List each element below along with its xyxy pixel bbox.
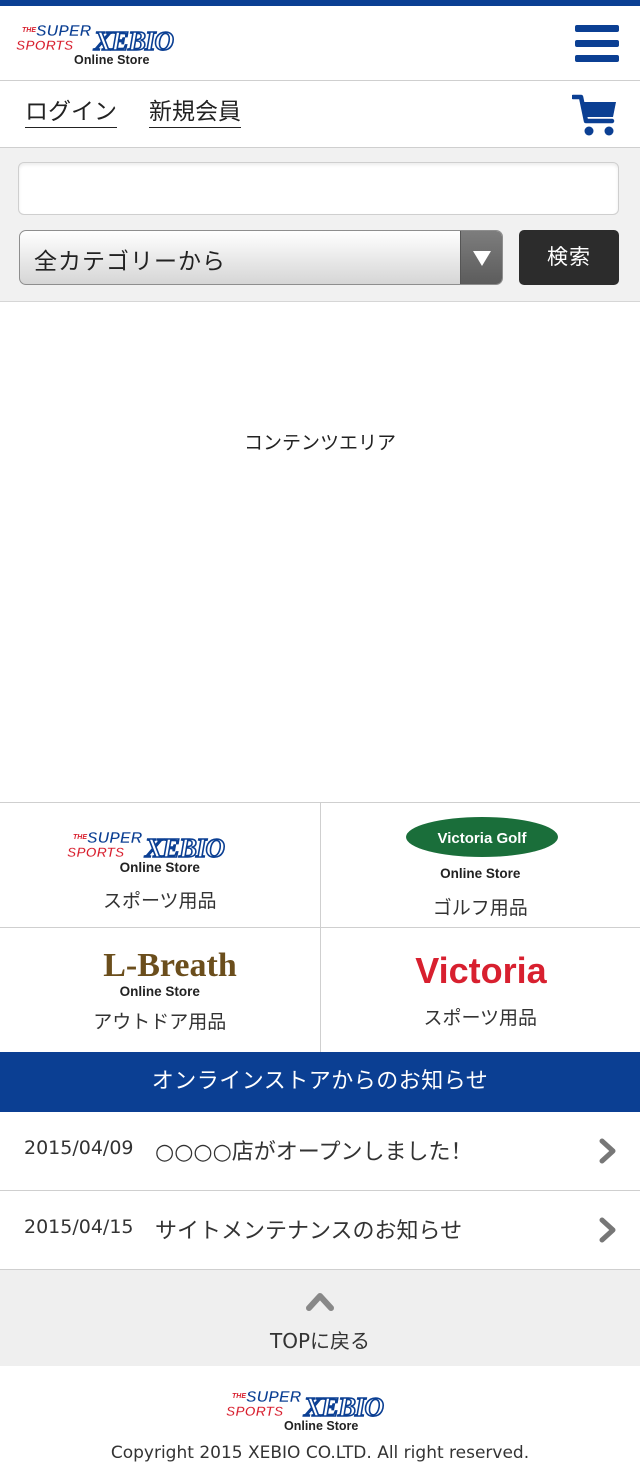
category-selected-value: 全カテゴリーから [34,249,226,275]
login-link[interactable]: ログイン [25,98,117,128]
hamburger-menu-icon[interactable] [575,25,619,63]
account-bar: ログイン 新規会員 [0,81,640,148]
xebio-logo-mark: THE SUPER SPORTS XEBIO [16,23,176,57]
xebio-store-logo: THE SUPER SPORTS XEBIO [67,830,226,861]
svg-text:Victoria: Victoria [415,950,547,990]
footer-logo-mark: THE SUPER SPORTS XEBIO [226,1389,386,1423]
victoria-golf-logo: Victoria Golf [405,817,558,857]
svg-text:L-Breath: L-Breath [103,947,237,983]
category-select[interactable]: 全カテゴリーから [19,230,503,285]
svg-text:XEBIO: XEBIO [144,833,225,861]
store-caption: スポーツ用品 [102,890,217,912]
store-victoria-golf[interactable]: Victoria Golf Online Store ゴルフ用品 [319,803,640,927]
svg-text:XEBIO: XEBIO [93,26,174,54]
svg-text:SPORTS: SPORTS [67,844,125,860]
search-input[interactable] [18,162,619,215]
news-item[interactable]: 2015/04/09 ○○○○店がオープンしました！ [0,1112,640,1191]
logo-subtitle: Online Store [74,53,150,67]
store-logo-subtitle: Online Store [119,860,200,875]
news-title: ○○○○店がオープンしました！ [155,1140,473,1165]
footer-logo-subtitle: Online Store [284,1419,359,1433]
news-heading: オンラインストアからのお知らせ [0,1052,640,1112]
shopping-cart-icon[interactable] [572,93,618,137]
chevron-right-icon [599,1138,616,1164]
store-logo-subtitle: Online Store [119,984,200,999]
footer-xebio-logo[interactable]: THE SUPER SPORTS XEBIO Online Store [226,1386,418,1438]
victoria-logo: Victoria [415,950,547,990]
store-logo-subtitle: Online Store [440,866,521,881]
svg-text:THE: THE [73,834,87,841]
chevron-up-icon [306,1293,334,1311]
chevron-right-icon [599,1217,616,1243]
content-area: コンテンツエリア [0,302,640,802]
svg-text:SPORTS: SPORTS [16,37,74,53]
search-button[interactable]: 検索 [519,230,619,285]
news-item[interactable]: 2015/04/15 サイトメンテナンスのお知らせ [0,1191,640,1270]
news-title: サイトメンテナンスのお知らせ [155,1219,463,1244]
register-link[interactable]: 新規会員 [149,98,241,128]
store-caption: ゴルフ用品 [432,897,528,919]
search-panel: 全カテゴリーから 検索 [0,148,640,302]
site-footer: THE SUPER SPORTS XEBIO Online Store Copy… [0,1366,640,1480]
svg-text:THE: THE [232,1393,246,1400]
l-breath-logo: L-Breath [103,947,237,983]
news-date: 2015/04/09 [24,1137,134,1159]
back-to-top-button[interactable]: TOPに戻る [0,1270,640,1366]
back-to-top-label: TOPに戻る [269,1329,371,1353]
dropdown-arrow-icon [460,231,502,284]
store-caption: スポーツ用品 [423,1007,538,1029]
copyright-text: Copyright 2015 XEBIO CO.LTD. All right r… [110,1443,530,1463]
site-header: THE SUPER SPORTS XEBIO Online Store [0,6,640,81]
svg-text:SPORTS: SPORTS [226,1403,284,1419]
store-xebio[interactable]: THE SUPER SPORTS XEBIO Online Store スポーツ… [0,803,320,927]
news-date: 2015/04/15 [24,1216,134,1238]
xebio-logo[interactable]: THE SUPER SPORTS XEBIO Online Store [16,20,208,72]
svg-text:Victoria Golf: Victoria Golf [437,830,527,847]
store-l-breath[interactable]: L-Breath Online Store アウトドア用品 [0,928,320,1052]
svg-text:XEBIO: XEBIO [303,1392,384,1420]
store-victoria[interactable]: Victoria スポーツ用品 [319,928,640,1052]
svg-text:THE: THE [22,27,36,34]
store-grid: THE SUPER SPORTS XEBIO Online Store スポーツ… [0,802,640,1052]
store-caption: アウトドア用品 [93,1011,227,1033]
content-placeholder: コンテンツエリア [243,432,396,454]
